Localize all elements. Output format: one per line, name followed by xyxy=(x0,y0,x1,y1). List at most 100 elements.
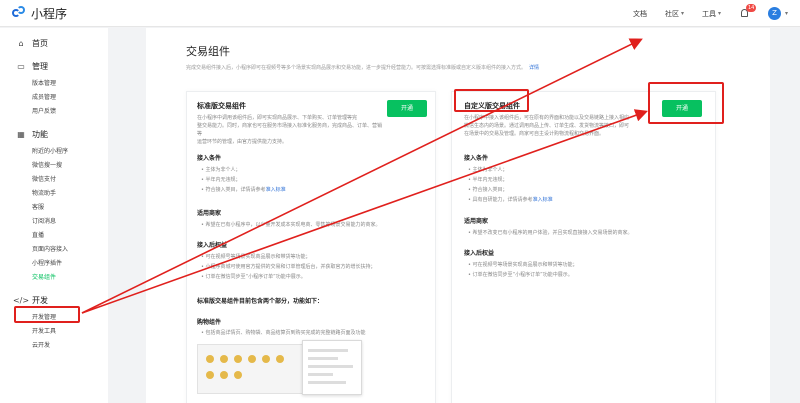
avatar[interactable]: Z xyxy=(767,7,781,20)
custom-trade-card: 自定义版交易组件 开通 在小程序中接入该组件后，可在原有的界面和功能以及交易链路… xyxy=(451,91,716,403)
nav-docs-label: 文档 xyxy=(632,9,647,18)
list-item: • 可在视频号等场景实现商品展示和带货等功能； xyxy=(201,254,311,260)
sidebar-item-subscribe[interactable]: 订阅消息 xyxy=(0,215,108,229)
list-item-text: 具有自研能力，详情请参考 xyxy=(472,197,533,203)
list-item-text: 主体为非个人； xyxy=(472,167,508,173)
preview-coin xyxy=(220,371,228,379)
standard-card-title: 标准版交易组件 xyxy=(197,102,246,110)
admission-standard-link[interactable]: 准入标准 xyxy=(533,197,553,203)
list-item: • 希望不改变已有小程序的用户体验，并且实现直接接入交易场景的商家。 xyxy=(468,230,633,236)
preview-row xyxy=(308,349,348,352)
section-title: 适用商家 xyxy=(197,210,222,217)
chevron-down-icon: ▾ xyxy=(680,10,684,17)
sidebar-item-dev-tools[interactable]: 开发工具 xyxy=(0,325,108,339)
details-link[interactable]: 详情 xyxy=(529,65,539,71)
sidebar-item-feedback[interactable]: 用户反馈 xyxy=(0,105,108,119)
notification-badge: 14 xyxy=(745,4,757,12)
sidebar-group-label: 管理 xyxy=(32,61,48,71)
sidebar-item-logistics[interactable]: 物流助手 xyxy=(0,187,108,201)
sidebar-item-cloud[interactable]: 云开发 xyxy=(0,339,108,353)
chevron-down-icon[interactable]: ▾ xyxy=(785,10,788,17)
preview-coin xyxy=(248,355,256,363)
intro-line: 整交易能力。同时，商家也可在服务市场接入标准化服务商，完成商品、订单、营销等 xyxy=(197,123,383,137)
preview-coin xyxy=(234,355,242,363)
list-item: • 主体为非个人； xyxy=(201,167,241,173)
section-title: 接入后权益 xyxy=(197,242,228,249)
list-item-text: 符合接入类目，详情请参考 xyxy=(205,187,266,193)
list-item-text: 符合接入类目； xyxy=(472,187,508,193)
standard-trade-card: 标准版交易组件 开通 在小程序中调用该组件后，即可实现商品展示、下单购买、订单管… xyxy=(186,91,436,403)
sidebar-item-nearby[interactable]: 附近的小程序 xyxy=(0,145,108,159)
preview-row xyxy=(308,357,338,360)
preview-coin xyxy=(276,355,284,363)
preview-coin xyxy=(220,355,228,363)
standard-open-button[interactable]: 开通 xyxy=(387,100,427,117)
sidebar-group-manage[interactable]: ▭ 管理 xyxy=(0,58,108,74)
page-title: 交易组件 xyxy=(186,45,230,58)
sidebar-group-label: 开发 xyxy=(32,295,48,305)
chevron-down-icon: ▾ xyxy=(717,10,721,17)
list-item: • 包括商品详情页、购物袋、商品结算页到购买完成的完整链路页面及功能 xyxy=(201,330,366,336)
notification-bell-icon[interactable]: 14 xyxy=(739,4,757,19)
sidebar-item-home[interactable]: ⌂ 首页 xyxy=(0,35,108,51)
section-title: 标准版交易组件目前包含两个部分，功能如下： xyxy=(197,298,324,305)
list-item-text: 订单在微信同步至“小程序订单”功能中展示。 xyxy=(205,274,306,280)
page-description-text: 完成交易组件接入后，小程序即可在视频号等多个场景实现商品展示和交易功能，进一步提… xyxy=(186,65,527,71)
nav-tools[interactable]: 工具 ▾ xyxy=(702,9,721,19)
highlight-trade-component-sidebar xyxy=(14,306,80,323)
sidebar-item-service[interactable]: 客服 xyxy=(0,201,108,215)
list-item-text: 订单在微信同步至“小程序订单”功能中展示。 xyxy=(472,272,573,278)
sidebar-item-version[interactable]: 版本管理 xyxy=(0,77,108,91)
sidebar: ⌂ 首页 ▭ 管理 版本管理 成员管理 用户反馈 ▦ 功能 附近的小程序 微信搜… xyxy=(0,28,108,403)
nav-community[interactable]: 社区 ▾ xyxy=(665,9,684,19)
list-item: • 订单在微信同步至“小程序订单”功能中展示。 xyxy=(201,274,306,280)
list-item: • 主体为非个人； xyxy=(468,167,508,173)
nav-tools-label: 工具 xyxy=(701,9,716,18)
preview-coin xyxy=(206,355,214,363)
top-bar: 小程序 文档 社区 ▾ 工具 ▾ 14 Z ▾ xyxy=(0,0,800,27)
section-title: 接入后权益 xyxy=(464,250,495,257)
custom-card-intro: 在小程序中接入该组件后，可在原有的界面和功能以及交易链路上接入相应 微信生态内的… xyxy=(464,114,669,138)
list-item: • 希望在已有小程序中，以少量开发成本实现电商、零售等场景交易能力的商家。 xyxy=(201,222,381,228)
miniprogram-logo-icon xyxy=(12,6,26,20)
intro-line: 在小程序中调用该组件后，即可实现商品展示、下单购买、订单管理等完 xyxy=(197,115,358,121)
list-item: • 小程序商城可使用官方提供的交易和订单管理后台，并获取官方的增长扶持； xyxy=(201,264,376,270)
preview-coin xyxy=(262,355,270,363)
list-item: • 具有自研能力，详情请参考准入标准 xyxy=(468,197,553,203)
sidebar-item-page-content[interactable]: 页面内容接入 xyxy=(0,243,108,257)
sidebar-item-pay[interactable]: 微信支付 xyxy=(0,173,108,187)
section-title: 购物组件 xyxy=(197,319,222,326)
list-item-text: 希望不改变已有小程序的用户体验，并且实现直接接入交易场景的商家。 xyxy=(472,230,633,236)
sidebar-item-plugins[interactable]: 小程序插件 xyxy=(0,257,108,271)
preview-coin xyxy=(206,371,214,379)
top-nav: 文档 社区 ▾ 工具 ▾ 14 Z ▾ xyxy=(633,0,800,27)
intro-line: 在场景中的交易及管理。商家可自主设计购物流程和交易界面。 xyxy=(464,131,605,137)
standard-card-intro: 在小程序中调用该组件后，即可实现商品展示、下单购买、订单管理等完 整交易能力。同… xyxy=(197,114,382,146)
list-item: • 符合接入类目，详情请参考准入标准 xyxy=(201,187,286,193)
intro-line: 微信生态内的场景。通过调用商品上传、订单生成、发货物流等接口，即可 xyxy=(464,123,630,129)
preview-row xyxy=(308,365,353,368)
shopping-component-preview xyxy=(197,344,317,394)
nav-docs[interactable]: 文档 xyxy=(633,9,647,19)
admission-standard-link[interactable]: 准入标准 xyxy=(266,187,286,193)
sidebar-item-members[interactable]: 成员管理 xyxy=(0,91,108,105)
sidebar-item-live[interactable]: 直播 xyxy=(0,229,108,243)
intro-line: 在小程序中接入该组件后，可在原有的界面和功能以及交易链路上接入相应 xyxy=(464,115,630,121)
list-item: • 半年内无违规； xyxy=(468,177,508,183)
sidebar-item-label: 首页 xyxy=(32,38,48,48)
sidebar-item-trade-component[interactable]: 交易组件 xyxy=(0,271,108,285)
nav-community-label: 社区 xyxy=(664,9,679,18)
highlight-custom-card-title xyxy=(454,89,529,112)
section-title: 适用商家 xyxy=(464,218,489,225)
sidebar-item-search[interactable]: 微信搜一搜 xyxy=(0,159,108,173)
list-item: • 符合接入类目； xyxy=(468,187,508,193)
list-item-text: 主体为非个人； xyxy=(205,167,241,173)
sidebar-group-features[interactable]: ▦ 功能 xyxy=(0,126,108,142)
list-item: • 可在视频号等场景实现商品展示和带货等功能； xyxy=(468,262,578,268)
list-item-text: 半年内无违规； xyxy=(205,177,241,183)
section-title: 接入条件 xyxy=(197,155,222,162)
app-logo[interactable]: 小程序 xyxy=(12,5,67,22)
grid-icon: ▦ xyxy=(17,129,25,139)
list-item-text: 希望在已有小程序中，以少量开发成本实现电商、零售等场景交易能力的商家。 xyxy=(205,222,381,228)
code-icon: </> xyxy=(12,295,30,305)
